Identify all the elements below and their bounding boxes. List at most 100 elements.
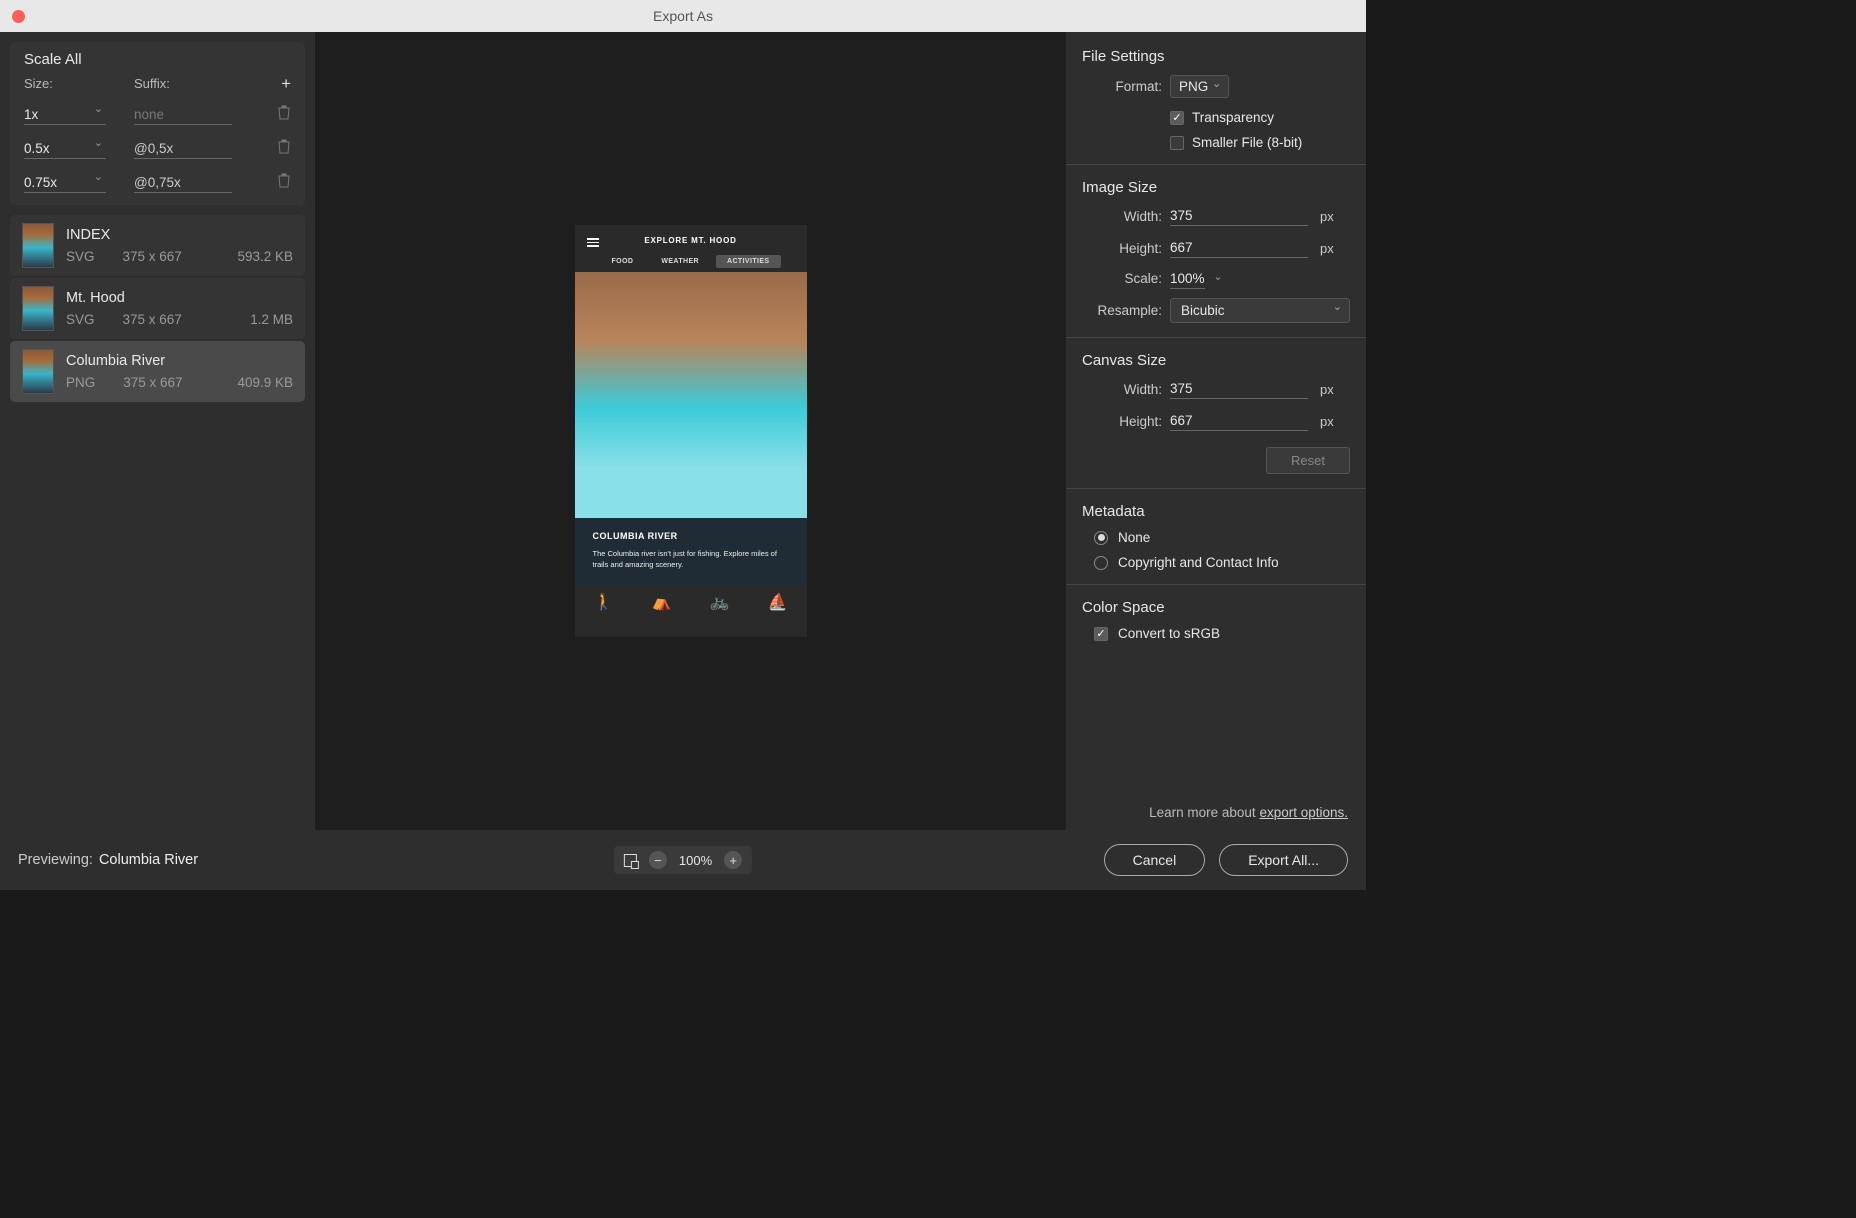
zoom-controls: − 100% +: [614, 846, 752, 874]
export-all-button[interactable]: Export All...: [1219, 844, 1348, 876]
asset-thumbnail: [22, 349, 54, 394]
height-input[interactable]: 667: [1170, 238, 1308, 258]
scale-input[interactable]: 100%: [1170, 269, 1205, 289]
checkbox-icon: ✓: [1170, 111, 1184, 125]
canvas-width-input[interactable]: 375: [1170, 379, 1308, 399]
close-icon[interactable]: [12, 10, 25, 23]
resample-select[interactable]: Bicubic: [1170, 298, 1350, 323]
asset-text: Columbia River PNG 375 x 667 409.9 KB: [66, 353, 293, 390]
color-space-title: Color Space: [1082, 599, 1350, 616]
preview-bottom-nav: 🚶 ⛺ 🚲 ⛵: [575, 586, 807, 618]
scale-all-panel: Scale All Size: Suffix: + 1x none 0.5x @…: [10, 42, 305, 205]
cancel-button[interactable]: Cancel: [1104, 844, 1206, 876]
checkbox-icon: ✓: [1094, 627, 1108, 641]
transparency-label: Transparency: [1192, 110, 1274, 125]
scale-all-title: Scale All: [24, 51, 291, 68]
metadata-copyright-label: Copyright and Contact Info: [1118, 555, 1279, 570]
zoom-level: 100%: [679, 853, 712, 868]
file-settings-title: File Settings: [1082, 48, 1350, 65]
canvas-width-label: Width:: [1082, 382, 1162, 397]
suffix-header: Suffix:: [134, 76, 291, 91]
metadata-none-label: None: [1118, 530, 1150, 545]
trash-icon[interactable]: [277, 138, 291, 159]
unit-label: px: [1320, 414, 1334, 429]
scale-size-select[interactable]: 1x: [24, 105, 106, 125]
metadata-none-radio[interactable]: None: [1094, 530, 1350, 545]
asset-text: INDEX SVG 375 x 667 593.2 KB: [66, 227, 293, 264]
asset-item[interactable]: Columbia River PNG 375 x 667 409.9 KB: [10, 341, 305, 402]
asset-item[interactable]: Mt. Hood SVG 375 x 667 1.2 MB: [10, 278, 305, 339]
scale-suffix-input[interactable]: @0,5x: [134, 139, 232, 159]
trash-icon[interactable]: [277, 172, 291, 193]
preview-card-body: The Columbia river isn't just for fishin…: [593, 549, 789, 570]
checkbox-icon: [1170, 136, 1184, 150]
reset-button[interactable]: Reset: [1266, 447, 1350, 474]
export-options-link[interactable]: export options.: [1259, 805, 1348, 820]
preview-header: EXPLORE MT. HOOD: [575, 225, 807, 255]
asset-name: Mt. Hood: [66, 290, 293, 306]
scale-headers: Size: Suffix: +: [24, 76, 291, 91]
asset-thumbnail: [22, 286, 54, 331]
asset-format: PNG: [66, 375, 95, 390]
image-size-title: Image Size: [1082, 179, 1350, 196]
canvas-height-input[interactable]: 667: [1170, 411, 1308, 431]
scale-suffix-input[interactable]: @0,75x: [134, 173, 232, 193]
width-input[interactable]: 375: [1170, 206, 1308, 226]
format-select[interactable]: PNG: [1170, 75, 1229, 98]
dialog-body: Scale All Size: Suffix: + 1x none 0.5x @…: [0, 32, 1366, 830]
tent-icon: ⛺: [652, 592, 672, 612]
learn-more-text: Learn more about export options.: [1149, 805, 1348, 820]
asset-item[interactable]: INDEX SVG 375 x 667 593.2 KB: [10, 215, 305, 276]
zoom-out-button[interactable]: −: [649, 851, 667, 869]
add-scale-button[interactable]: +: [281, 74, 291, 94]
trash-icon[interactable]: [277, 104, 291, 125]
unit-label: px: [1320, 382, 1334, 397]
preview-canvas: EXPLORE MT. HOOD FOOD WEATHER ACTIVITIES…: [575, 225, 807, 637]
asset-thumbnail: [22, 223, 54, 268]
scale-label: Scale:: [1082, 271, 1162, 286]
asset-filesize: 409.9 KB: [237, 375, 293, 390]
asset-filesize: 593.2 KB: [237, 249, 293, 264]
size-header: Size:: [24, 76, 134, 91]
scale-suffix-input[interactable]: none: [134, 105, 232, 125]
preview-tab: ACTIVITIES: [716, 255, 781, 268]
scale-row: 0.5x @0,5x: [24, 138, 291, 159]
height-label: Height:: [1082, 241, 1162, 256]
preview-tab: WEATHER: [650, 255, 710, 268]
metadata-title: Metadata: [1082, 503, 1350, 520]
preview-area: EXPLORE MT. HOOD FOOD WEATHER ACTIVITIES…: [315, 32, 1066, 830]
smaller-file-checkbox[interactable]: Smaller File (8-bit): [1170, 135, 1350, 150]
bike-icon: 🚲: [710, 592, 730, 612]
titlebar: Export As: [0, 0, 1366, 32]
asset-dims: 375 x 667: [123, 249, 182, 264]
window-title: Export As: [653, 8, 713, 24]
asset-dims: 375 x 667: [123, 312, 182, 327]
asset-text: Mt. Hood SVG 375 x 667 1.2 MB: [66, 290, 293, 327]
format-label: Format:: [1082, 79, 1162, 94]
export-dialog: Export As Scale All Size: Suffix: + 1x n…: [0, 0, 1366, 890]
scale-row: 0.75x @0,75x: [24, 172, 291, 193]
radio-icon: [1094, 556, 1108, 570]
resample-label: Resample:: [1082, 303, 1162, 318]
asset-format: SVG: [66, 249, 95, 264]
metadata-copyright-radio[interactable]: Copyright and Contact Info: [1094, 555, 1350, 570]
unit-label: px: [1320, 209, 1334, 224]
asset-format: SVG: [66, 312, 95, 327]
srgb-checkbox[interactable]: ✓ Convert to sRGB: [1094, 626, 1350, 641]
fit-screen-icon[interactable]: [624, 854, 637, 867]
previewing-name: Columbia River: [99, 852, 198, 868]
preview-tab: FOOD: [600, 255, 644, 268]
zoom-in-button[interactable]: +: [724, 851, 742, 869]
scale-size-select[interactable]: 0.5x: [24, 139, 106, 159]
width-label: Width:: [1082, 209, 1162, 224]
smaller-file-label: Smaller File (8-bit): [1192, 135, 1302, 150]
transparency-checkbox[interactable]: ✓ Transparency: [1170, 110, 1350, 125]
hamburger-icon: [587, 236, 599, 249]
asset-filesize: 1.2 MB: [250, 312, 293, 327]
preview-card-title: COLUMBIA RIVER: [593, 531, 789, 541]
radio-icon: [1094, 531, 1108, 545]
scale-row: 1x none: [24, 104, 291, 125]
left-panel: Scale All Size: Suffix: + 1x none 0.5x @…: [0, 32, 315, 830]
scale-size-select[interactable]: 0.75x: [24, 173, 106, 193]
preview-hero-image: [575, 272, 807, 518]
